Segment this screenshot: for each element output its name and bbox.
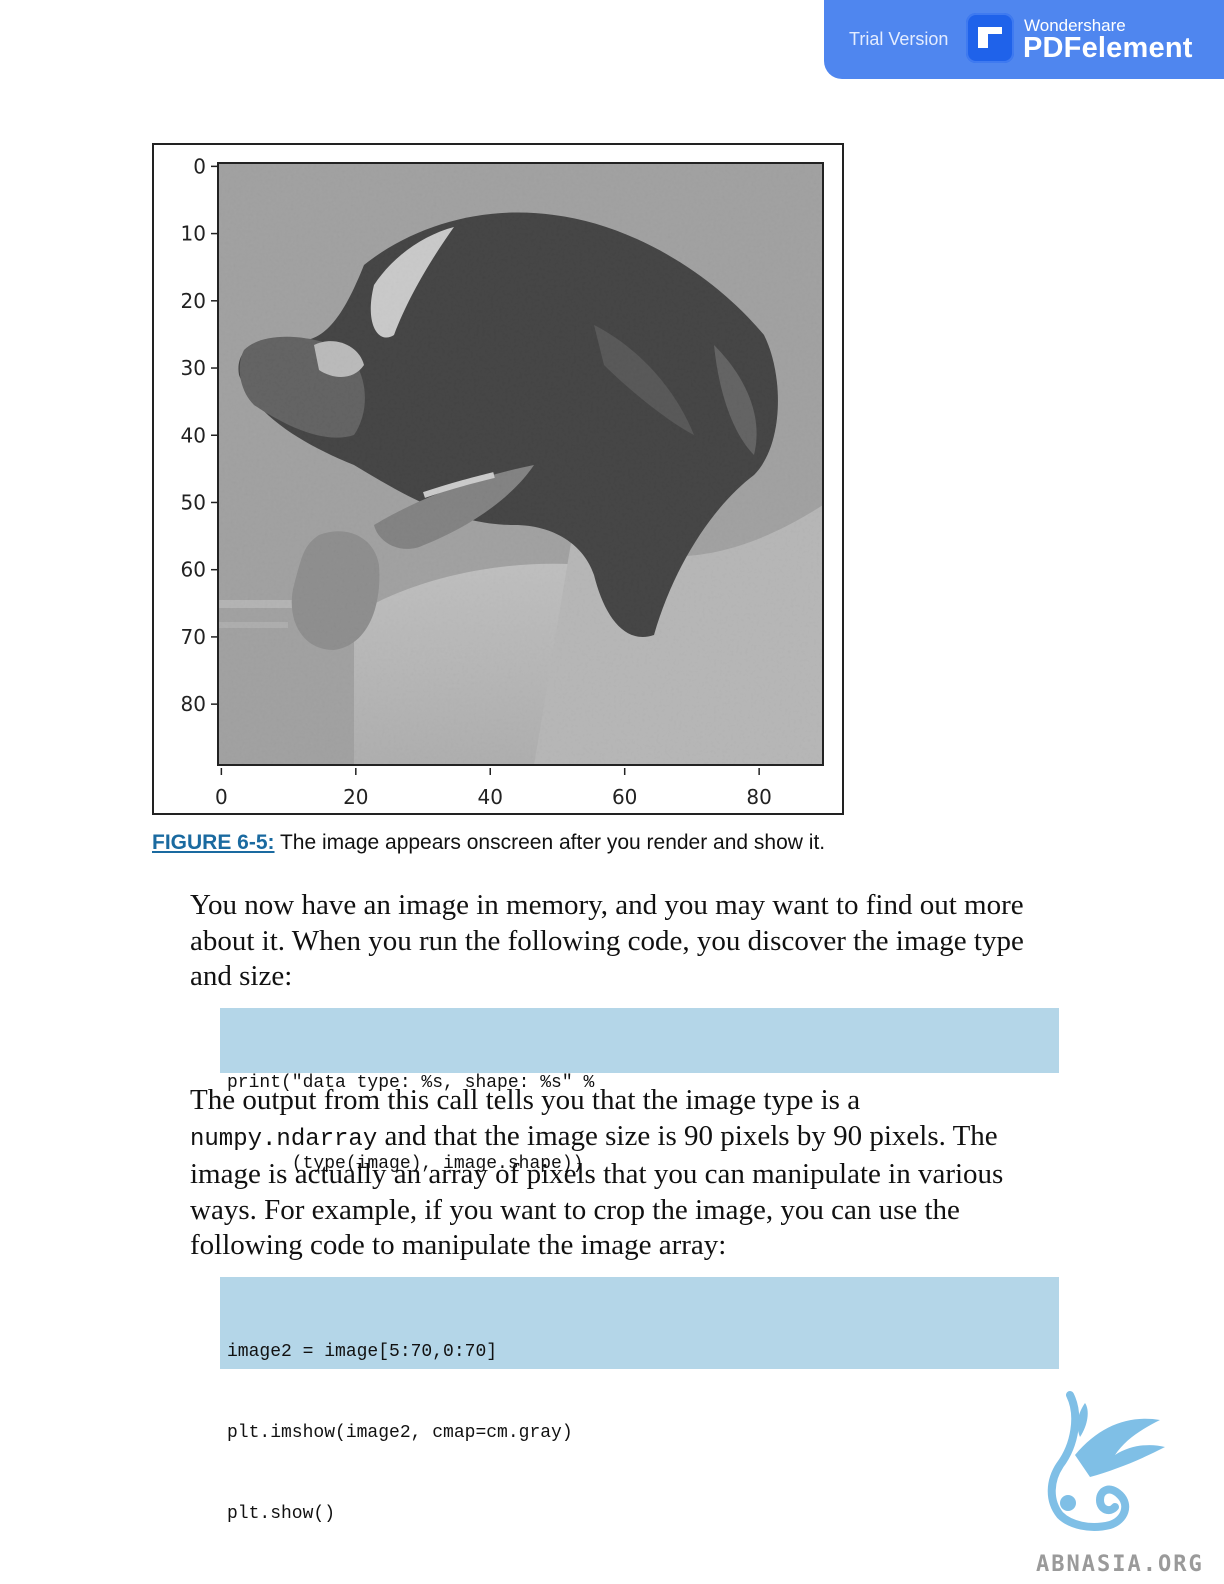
y-tick-label: 70 xyxy=(181,625,206,649)
figure-caption: FIGURE 6-5: The image appears onscreen a… xyxy=(152,831,825,855)
figure-caption-text: The image appears onscreen after you ren… xyxy=(274,831,826,854)
x-tick-label: 80 xyxy=(746,785,771,809)
trial-banner: Trial Version Wondershare PDFelement xyxy=(824,0,1224,79)
y-tick-label: 80 xyxy=(181,692,206,716)
code-block-2: image2 = image[5:70,0:70] plt.imshow(ima… xyxy=(220,1277,1059,1524)
inline-code-numpy-ndarray: numpy.ndarray xyxy=(190,1125,378,1153)
paragraph-1: You now have an image in memory, and you… xyxy=(190,889,1024,992)
y-tick-label: 50 xyxy=(181,490,206,514)
code-line: image2 = image[5:70,0:70] xyxy=(227,1342,498,1362)
y-tick-label: 60 xyxy=(181,558,206,582)
figure-plot: 0 10 20 30 40 50 60 70 80 0 20 40 60 80 xyxy=(181,154,824,809)
x-axis: 0 20 40 60 80 xyxy=(215,768,772,809)
code-line: plt.show() xyxy=(227,1504,336,1524)
trial-version-label: Trial Version xyxy=(849,29,949,49)
x-tick-label: 40 xyxy=(478,785,503,809)
code-block-1: print("data type: %s, shape: %s" % (type… xyxy=(220,1008,1059,1174)
x-tick-label: 0 xyxy=(215,785,228,809)
paragraph-2-line-1: The output from this call tells you that… xyxy=(190,1084,861,1116)
y-tick-label: 20 xyxy=(181,289,206,313)
pdfelement-logo-icon xyxy=(966,13,1014,63)
y-tick-label: 40 xyxy=(181,423,206,447)
x-tick-label: 60 xyxy=(612,785,637,809)
brand-pdfelement: PDFelement xyxy=(1023,32,1193,64)
watermark-text: ABNASIA.ORG xyxy=(1036,1552,1204,1577)
griffin-logo-icon xyxy=(1047,1391,1165,1531)
dog-grayscale-image xyxy=(218,163,823,765)
y-axis: 0 10 20 30 40 50 60 70 80 xyxy=(181,154,218,716)
x-tick-label: 20 xyxy=(343,785,368,809)
y-tick-label: 10 xyxy=(181,222,206,246)
y-tick-label: 0 xyxy=(193,154,206,178)
figure-6-5: 0 10 20 30 40 50 60 70 80 0 20 40 60 80 xyxy=(152,143,844,815)
code-line: plt.imshow(image2, cmap=cm.gray) xyxy=(227,1423,573,1443)
y-tick-label: 30 xyxy=(181,356,206,380)
figure-caption-label: FIGURE 6-5: xyxy=(152,831,275,854)
paragraph-2: The output from this call tells you that… xyxy=(190,1083,1070,1264)
